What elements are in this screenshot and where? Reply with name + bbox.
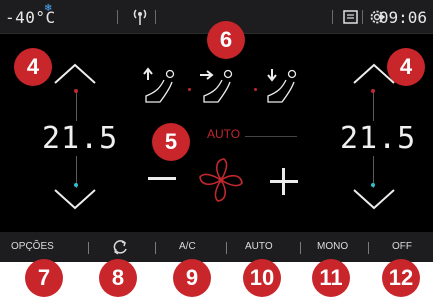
callout-9: 9 bbox=[173, 259, 211, 297]
off-button[interactable]: OFF bbox=[392, 241, 412, 252]
auto-mode-label: AUTO bbox=[207, 127, 241, 141]
tab-divider bbox=[368, 242, 369, 254]
status-divider bbox=[155, 10, 156, 24]
seat-airflow-center-icon[interactable] bbox=[196, 66, 244, 106]
callout-12: 12 bbox=[382, 259, 420, 297]
plus-icon-bar bbox=[282, 168, 285, 195]
left-temp-up-button[interactable] bbox=[52, 62, 98, 86]
right-temp-down-button[interactable] bbox=[351, 187, 397, 211]
recirculation-icon[interactable] bbox=[111, 238, 129, 256]
mono-button[interactable]: MONO bbox=[317, 241, 348, 252]
status-divider bbox=[332, 10, 333, 24]
fan-decrease-button[interactable] bbox=[148, 177, 176, 180]
bottom-bar: OPÇÕES A/C AUTO MONO OFF bbox=[0, 232, 433, 262]
clock: 09:06 bbox=[378, 8, 427, 27]
radio-antenna-icon[interactable] bbox=[132, 8, 148, 26]
status-divider bbox=[362, 10, 363, 24]
snowflake-icon: ❄ bbox=[44, 3, 53, 14]
left-temp-value: 21.5 bbox=[40, 121, 121, 156]
message-icon[interactable] bbox=[343, 10, 358, 24]
airflow-indicator bbox=[188, 88, 191, 91]
auto-button[interactable]: AUTO bbox=[245, 241, 273, 252]
right-temp-hot-indicator bbox=[371, 89, 375, 93]
page: -40°C ❄ 09:06 21.5 21.5 AUTO OPÇÕES A/C … bbox=[0, 0, 433, 301]
callout-4-right: 4 bbox=[387, 48, 425, 86]
tab-divider bbox=[226, 242, 227, 254]
callout-7: 7 bbox=[25, 259, 63, 297]
tab-divider bbox=[155, 242, 156, 254]
right-temp-value: 21.5 bbox=[338, 121, 419, 156]
left-temp-hot-indicator bbox=[74, 89, 78, 93]
status-divider bbox=[117, 10, 118, 24]
options-button[interactable]: OPÇÕES bbox=[11, 241, 54, 252]
fan-icon bbox=[199, 158, 243, 202]
callout-8: 8 bbox=[99, 259, 137, 297]
tab-divider bbox=[88, 242, 89, 254]
callout-4-left: 4 bbox=[14, 48, 52, 86]
left-temp-down-button[interactable] bbox=[52, 187, 98, 211]
callout-6: 6 bbox=[207, 21, 245, 59]
seat-airflow-upper-icon[interactable] bbox=[138, 66, 186, 106]
callout-5: 5 bbox=[152, 123, 190, 161]
seat-airflow-lower-icon[interactable] bbox=[260, 66, 308, 106]
auto-mode-line bbox=[245, 136, 297, 137]
callout-10: 10 bbox=[243, 259, 281, 297]
callout-11: 11 bbox=[312, 259, 350, 297]
ac-button[interactable]: A/C bbox=[179, 241, 196, 252]
airflow-indicator bbox=[254, 88, 257, 91]
tab-divider bbox=[300, 242, 301, 254]
